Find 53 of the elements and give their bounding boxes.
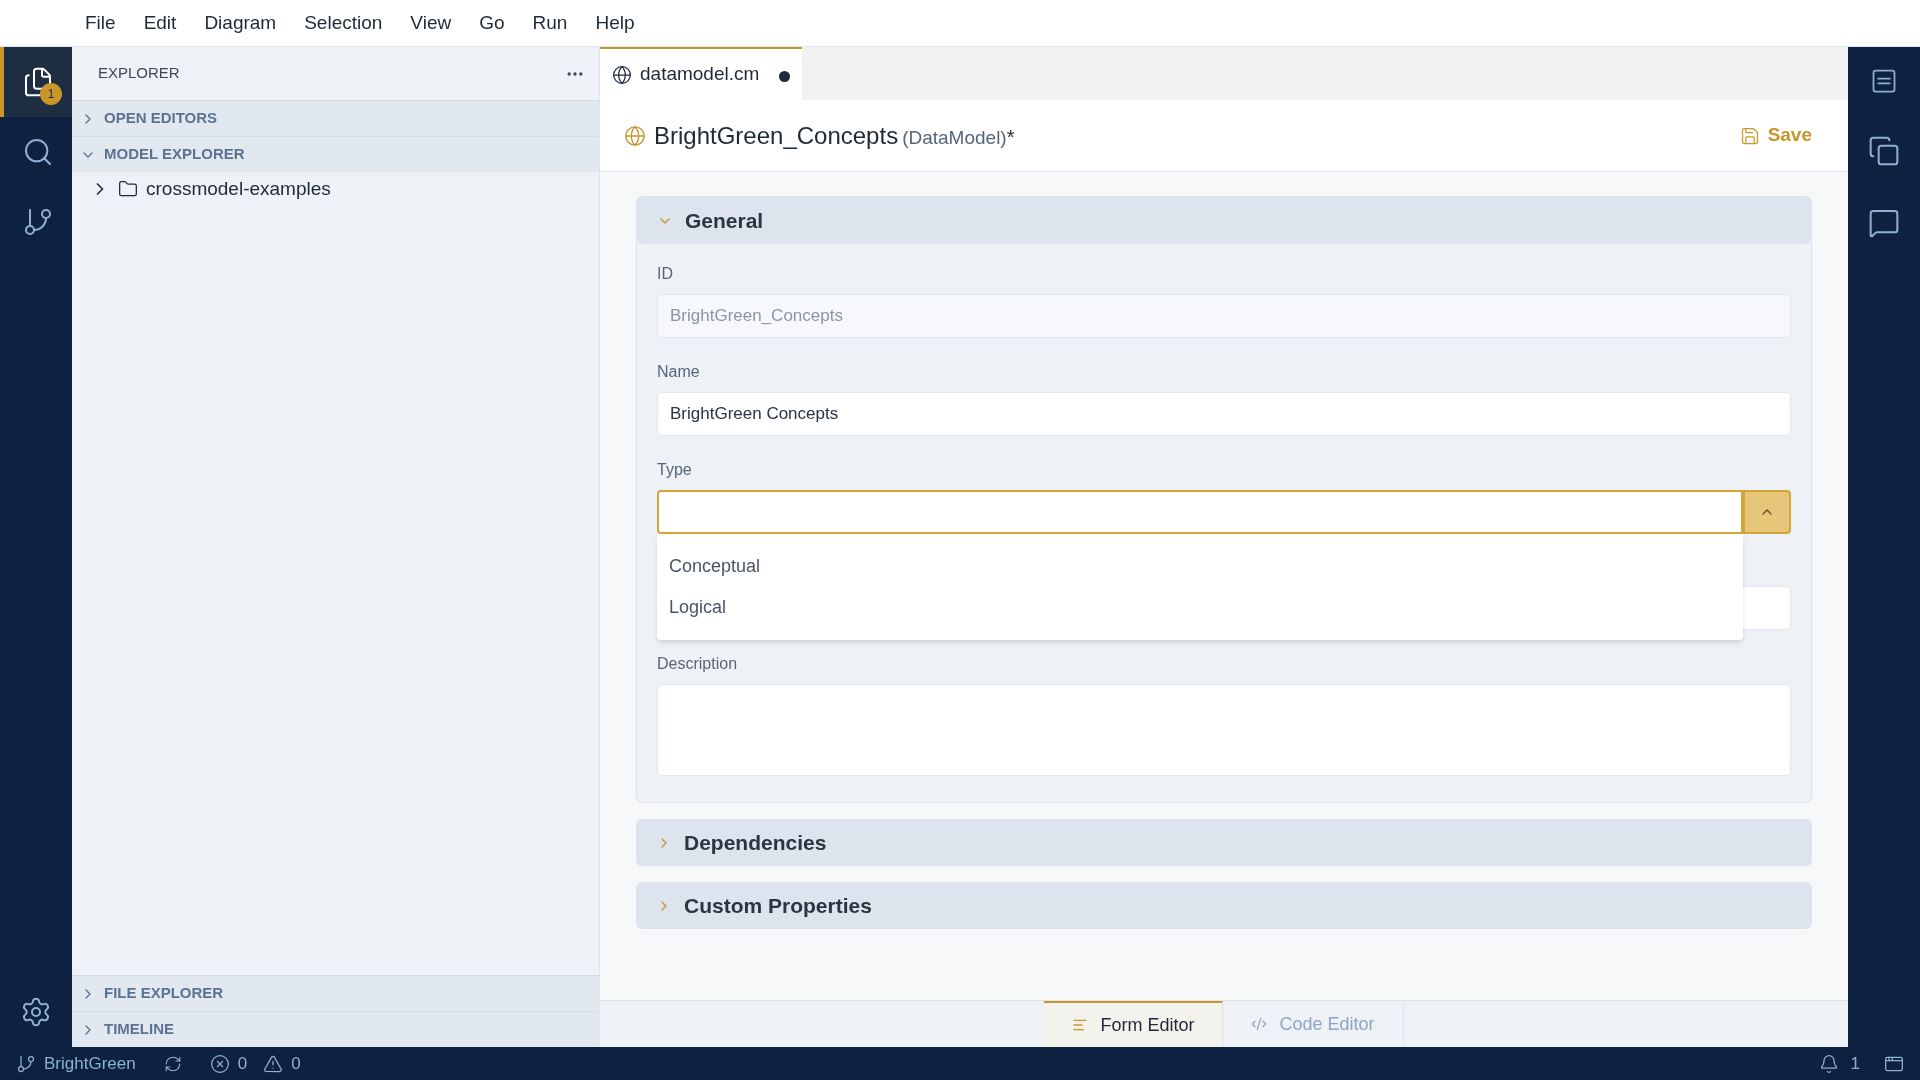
model-type: (DataModel) (902, 125, 1007, 150)
menu-item[interactable]: Go (466, 8, 518, 38)
model-title: BrightGreen_Concepts (654, 120, 899, 151)
bell-icon (1818, 1053, 1839, 1074)
menu-item[interactable]: Help (582, 8, 648, 38)
save-icon (1739, 125, 1760, 146)
branch-icon (16, 1053, 36, 1074)
form-icon (1072, 1017, 1089, 1033)
branch-icon (22, 206, 54, 238)
chat-icon[interactable] (1868, 207, 1900, 239)
folder-icon (118, 179, 138, 199)
field-label: Type (657, 460, 693, 480)
menu-item[interactable]: View (397, 8, 465, 38)
combo-field[interactable] (657, 490, 1743, 534)
problems-button[interactable]: 0 0 (209, 1050, 301, 1077)
menu-item[interactable]: Selection (291, 8, 396, 38)
section-header[interactable]: FILE EXPLORER (72, 975, 599, 1011)
globe-icon (612, 64, 632, 85)
field-label: Name (657, 362, 701, 382)
section-header[interactable]: Custom Properties (636, 882, 1812, 929)
settings-icon (20, 996, 52, 1028)
globe-icon (624, 124, 646, 147)
section-header[interactable]: MODEL EXPLORER (72, 136, 599, 172)
documents-icon[interactable] (1868, 135, 1900, 167)
section-header[interactable]: TIMELINE (72, 1011, 599, 1047)
error-icon (209, 1053, 230, 1074)
menu-item[interactable]: Edit (130, 8, 190, 38)
field-label: ID (657, 264, 674, 284)
menu-item[interactable]: Run (519, 8, 581, 38)
sync-icon[interactable] (163, 1054, 182, 1073)
section-header[interactable]: OPEN EDITORS (72, 100, 599, 136)
input-field[interactable]: BrightGreen Concepts (657, 392, 1791, 436)
dropdown-option[interactable]: Conceptual (657, 546, 1743, 587)
files-icon (22, 66, 54, 98)
code-icon (1251, 1016, 1268, 1032)
menu-item[interactable]: File (72, 8, 129, 38)
outline-icon[interactable] (1870, 67, 1898, 95)
dropdown-option[interactable]: Logical (657, 587, 1743, 628)
branch-button[interactable]: BrightGreen (16, 1050, 136, 1077)
search-icon (22, 136, 54, 168)
field-label: Description (657, 654, 739, 674)
editor-tab[interactable]: datamodel.cm (600, 47, 803, 100)
editor-mode-tab[interactable]: Form Editor (1044, 1001, 1224, 1047)
activity-button[interactable]: 1 (0, 47, 72, 117)
notifications-button[interactable]: 1 (1818, 1050, 1860, 1077)
section-header[interactable]: General (637, 197, 1811, 244)
dirty-mark: * (1006, 124, 1015, 150)
sidebar-title: EXPLORER (98, 63, 180, 84)
menu-item[interactable]: Diagram (191, 8, 290, 38)
section-header[interactable]: Dependencies (636, 819, 1812, 866)
tree-item[interactable]: crossmodel-examples (72, 172, 599, 206)
warning-icon (263, 1053, 284, 1074)
count-badge: 1 (40, 83, 62, 105)
